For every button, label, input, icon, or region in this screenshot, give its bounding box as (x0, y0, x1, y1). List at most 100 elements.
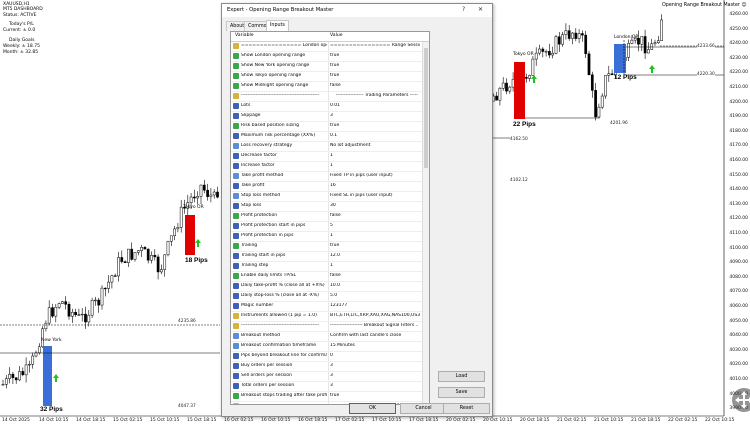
input-row[interactable]: Stop loss 30 (231, 202, 422, 212)
input-row[interactable]: Stop loss method Fixed SL in pips (user i… (231, 192, 422, 202)
input-value-field[interactable]: 1 (330, 263, 420, 268)
input-value-field[interactable]: 10.0 (330, 283, 420, 288)
input-row[interactable]: Loss recovery strategy No lot adjustment (231, 142, 422, 152)
input-row[interactable]: Take profit method Fixed TP in pips (user… (231, 172, 422, 182)
input-value-field[interactable]: 0 (330, 353, 420, 358)
input-value-field[interactable]: 12.0 (330, 253, 420, 258)
input-row[interactable]: Breakout method Confirm with last candle'… (231, 332, 422, 342)
input-value-field[interactable]: Fixed TP in pips (user input) (330, 173, 420, 178)
input-row[interactable]: Show Tokyo opening range true (231, 72, 422, 82)
expert-properties-dialog[interactable]: Expert - Opening Range Breakout Master ?… (221, 3, 493, 417)
input-value-field[interactable]: 3 (330, 363, 420, 368)
input-value-field[interactable]: 3 (330, 383, 420, 388)
input-value-field[interactable]: 5.0 (330, 293, 420, 298)
input-value-field[interactable]: true (330, 123, 420, 128)
input-value-field[interactable]: false (330, 213, 420, 218)
input-value-field[interactable]: 1 (330, 163, 420, 168)
input-value-field[interactable]: false (330, 83, 420, 88)
input-row[interactable]: Trailing step 1 (231, 262, 422, 272)
ok-button[interactable]: OK (349, 403, 396, 414)
price-tag: 4220.30 (697, 72, 715, 77)
time-tick-label: 14 Oct 2025 (2, 418, 30, 423)
input-value-field[interactable]: true (330, 73, 420, 78)
dialog-title-bar[interactable]: Expert - Opening Range Breakout Master ?… (222, 4, 492, 17)
input-row[interactable]: Breakout confirmation timeframe 15 Minute… (231, 342, 422, 352)
grid-scrollbar[interactable] (422, 42, 429, 404)
input-row[interactable]: Total orders per session 3 (231, 382, 422, 392)
input-value-field[interactable]: No lot adjustment (330, 143, 420, 148)
input-value-field[interactable]: ----------------- Trading Parameters ---… (330, 93, 418, 98)
input-row[interactable]: Pips beyond breakout line for confirmati… (231, 352, 422, 362)
input-value-field[interactable]: 1 (330, 233, 420, 238)
input-value-field[interactable]: 3 (330, 113, 420, 118)
input-value-field[interactable]: 123177 (330, 303, 420, 308)
bool-type-icon (233, 83, 239, 89)
input-row[interactable]: Risk based position sizing true (231, 122, 422, 132)
input-row[interactable]: Profit protection in pips 1 (231, 232, 422, 242)
input-variable-name: Profit protection (241, 213, 278, 218)
reset-button[interactable]: Reset (443, 403, 490, 414)
input-value-field[interactable]: 1 (330, 153, 420, 158)
input-row[interactable]: Maximum risk percentage (XX%) 0.1 (231, 132, 422, 142)
input-row[interactable]: Sell orders per session 3 (231, 372, 422, 382)
load-button[interactable]: Load (438, 371, 485, 382)
input-value-field[interactable]: true (330, 243, 420, 248)
help-button[interactable]: ? (462, 6, 465, 13)
input-row[interactable]: Daily take-profit % (close all at +X%) 10… (231, 282, 422, 292)
close-button[interactable]: ✕ (478, 6, 483, 13)
variable-column-header[interactable]: Variable (235, 33, 254, 38)
input-value-field[interactable]: -------------------- Breakout Signal Fil… (330, 323, 418, 328)
price-tick-label: 4260.00 (729, 12, 748, 17)
input-row[interactable]: ----------------------------------------… (231, 92, 422, 102)
input-value-field[interactable]: 16 (330, 183, 420, 188)
input-value-field[interactable]: 5 (330, 223, 420, 228)
input-row[interactable]: Trailing start in pips 12.0 (231, 252, 422, 262)
input-value-field[interactable]: 3 (330, 373, 420, 378)
input-row[interactable]: Profit protection false (231, 212, 422, 222)
value-column-header[interactable]: Value (330, 33, 343, 38)
session-label: Tokyo OR (513, 52, 534, 57)
input-row[interactable]: Take profit 16 (231, 182, 422, 192)
input-row[interactable]: Lots 0.01 (231, 102, 422, 112)
input-row[interactable]: Buy orders per session 3 (231, 362, 422, 372)
input-value-field[interactable]: Confirm with last candle's close (330, 333, 420, 338)
input-row[interactable]: Show Midnight opening range false (231, 82, 422, 92)
column-divider (328, 392, 329, 401)
input-row[interactable]: Daily stop-loss % (close all at -X%) 5.0 (231, 292, 422, 302)
input-value-field[interactable]: 30 (330, 203, 420, 208)
input-value-field[interactable]: true (330, 63, 420, 68)
input-value-field[interactable]: BTC,ETH,LTC,XRP,XAU,XAG,NAS100,US30 (330, 313, 420, 318)
input-value-field[interactable]: false (330, 273, 420, 278)
column-divider (328, 372, 329, 381)
column-divider (328, 402, 329, 404)
input-row[interactable]: Trailing true (231, 242, 422, 252)
input-value-field[interactable]: Fixed SL in pips (user input) (330, 193, 420, 198)
save-button[interactable]: Save (438, 387, 485, 398)
input-value-field[interactable]: 15 Minutes (330, 343, 420, 348)
inputs-grid[interactable]: Variable Value ================ London o… (230, 31, 430, 405)
input-row[interactable]: Instruments allowed (1 pip = 1.0) BTC,ETH… (231, 312, 422, 322)
input-row[interactable]: Profit protection start in pips 5 (231, 222, 422, 232)
cancel-button[interactable]: Cancel (400, 403, 447, 414)
input-row[interactable]: ================ London opening range===… (231, 42, 422, 52)
input-row[interactable]: ----------------------------------------… (231, 322, 422, 332)
input-value-field[interactable]: ================ Range Session Settings … (330, 43, 420, 48)
input-row[interactable]: Show London opening range true (231, 52, 422, 62)
column-divider (328, 132, 329, 141)
input-row[interactable]: Breakout stops trading after take profit… (231, 392, 422, 402)
input-row[interactable]: Show New York opening range true (231, 62, 422, 72)
input-value-field[interactable]: true (330, 53, 420, 58)
input-value-field[interactable]: true (330, 393, 420, 398)
input-row[interactable]: Slippage 3 (231, 112, 422, 122)
input-row[interactable]: Decrease factor 1 (231, 152, 422, 162)
input-row[interactable]: Magic number 123177 (231, 302, 422, 312)
input-row[interactable]: Enable daily limits TP/SL false (231, 272, 422, 282)
scrollbar-thumb[interactable] (424, 48, 428, 168)
num-type-icon (233, 183, 239, 189)
list-type-icon (233, 333, 239, 339)
pips-label: 22 Pips (513, 121, 536, 128)
input-row[interactable]: Increase factor 1 (231, 162, 422, 172)
input-value-field[interactable]: 0.1 (330, 133, 420, 138)
tab-inputs[interactable]: Inputs (266, 20, 289, 31)
input-value-field[interactable]: 0.01 (330, 103, 420, 108)
